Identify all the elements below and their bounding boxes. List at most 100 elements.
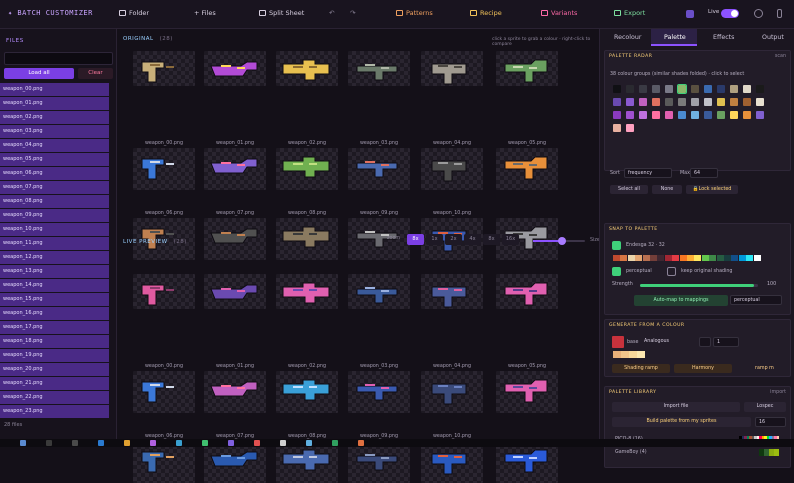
taskbar-app-icon[interactable] (332, 440, 338, 446)
taskbar-app-icon[interactable] (254, 440, 260, 446)
file-list-item[interactable]: weapon_04.png (0, 138, 109, 153)
sprite-cell[interactable] (496, 371, 558, 413)
radar-swatch[interactable] (704, 111, 712, 119)
sprite-cell[interactable] (496, 148, 558, 190)
file-list-item[interactable]: weapon_18.png (0, 334, 109, 348)
sprite-cell[interactable] (276, 274, 338, 309)
sprite-cell[interactable] (348, 441, 410, 483)
taskbar-app-icon[interactable] (280, 440, 286, 446)
import-file-button[interactable]: Import file (612, 402, 740, 412)
radar-swatch[interactable] (626, 124, 634, 132)
radar-swatch[interactable] (704, 85, 712, 93)
taskbar-app-icon[interactable] (358, 440, 364, 446)
undo-button[interactable]: ↶ (329, 9, 334, 17)
radar-swatch[interactable] (665, 98, 673, 106)
file-list-item[interactable]: weapon_05.png (0, 152, 109, 167)
taskbar-app-icon[interactable] (124, 440, 130, 446)
harmony-select[interactable]: Analogous (641, 337, 707, 347)
radar-swatch[interactable] (691, 111, 699, 119)
sprite-cell[interactable] (204, 371, 266, 413)
sprite-cell[interactable] (496, 441, 558, 483)
scan-button[interactable]: scan (775, 54, 786, 59)
size-slider[interactable] (533, 237, 585, 245)
file-list-item[interactable]: weapon_06.png (0, 166, 109, 181)
taskbar-app-icon[interactable] (306, 440, 312, 446)
radar-swatch[interactable] (613, 85, 621, 93)
sprite-cell[interactable] (496, 51, 558, 86)
sprite-cell[interactable] (276, 218, 338, 260)
file-list-item[interactable]: weapon_12.png (0, 250, 109, 264)
radar-swatch[interactable] (626, 111, 634, 119)
radar-swatch[interactable] (730, 85, 738, 93)
file-list-item[interactable]: weapon_17.png (0, 320, 109, 334)
sprite-cell[interactable] (133, 148, 195, 190)
sprite-cell[interactable] (421, 371, 483, 413)
file-list-item[interactable]: weapon_02.png (0, 110, 109, 125)
radar-swatch[interactable] (730, 98, 738, 106)
live-toggle[interactable] (721, 9, 739, 18)
sprite-cell[interactable] (276, 441, 338, 483)
redo-button[interactable]: ↷ (350, 9, 355, 17)
taskbar-app-icon[interactable] (176, 440, 182, 446)
sprite-cell[interactable] (204, 441, 266, 483)
radar-swatch[interactable] (652, 98, 660, 106)
radar-swatch[interactable] (639, 85, 647, 93)
radar-swatch[interactable] (613, 98, 621, 106)
zoom-option[interactable]: 1x (426, 234, 443, 245)
perceptual-checkbox[interactable] (612, 267, 621, 276)
method-select[interactable]: perceptual (730, 295, 782, 305)
split-sheet-button[interactable]: Split Sheet (259, 9, 304, 17)
zoom-option[interactable]: 8x (483, 234, 500, 245)
file-list-item[interactable]: weapon_03.png (0, 124, 109, 139)
radar-swatch[interactable] (756, 85, 764, 93)
radar-swatch[interactable] (717, 98, 725, 106)
radar-swatch[interactable] (717, 85, 725, 93)
settings-square-icon[interactable] (686, 10, 694, 18)
shading-ramp-button[interactable]: Shading ramp (612, 364, 670, 373)
radar-swatch[interactable] (743, 85, 751, 93)
radar-swatch[interactable] (691, 85, 699, 93)
sprite-cell[interactable] (204, 274, 266, 309)
radar-swatch[interactable] (730, 111, 738, 119)
file-list-item[interactable]: weapon_11.png (0, 236, 109, 251)
clear-button[interactable]: Clear (78, 68, 113, 79)
taskbar-app-icon[interactable] (20, 440, 26, 446)
strength-slider[interactable] (640, 284, 758, 287)
add-files-button[interactable]: + Files (194, 9, 216, 17)
sprite-cell[interactable] (348, 218, 410, 260)
select-all-button[interactable]: Select all (610, 185, 648, 194)
variants-button[interactable]: Variants (541, 9, 577, 17)
sprite-cell[interactable] (496, 274, 558, 309)
file-list-item[interactable]: weapon_09.png (0, 208, 109, 223)
sprite-cell[interactable] (348, 371, 410, 413)
radar-swatch[interactable] (639, 111, 647, 119)
file-list-item[interactable]: weapon_22.png (0, 390, 109, 404)
sprite-cell[interactable] (204, 148, 266, 190)
sprite-cell[interactable] (348, 274, 410, 309)
file-list-item[interactable]: weapon_21.png (0, 376, 109, 390)
library-item-gameboy[interactable]: GameBoy (4) (615, 450, 647, 455)
radar-swatch[interactable] (704, 98, 712, 106)
info-icon[interactable] (777, 9, 782, 18)
file-list-item[interactable]: weapon_10.png (0, 222, 109, 237)
sprite-cell[interactable] (421, 274, 483, 309)
radar-swatch[interactable] (652, 85, 660, 93)
file-list-item[interactable]: weapon_00.png (0, 83, 109, 97)
radar-swatch[interactable] (743, 111, 751, 119)
sprite-cell[interactable] (348, 51, 410, 86)
file-list-item[interactable]: weapon_08.png (0, 194, 109, 209)
tab-recolour[interactable]: Recolour (614, 34, 641, 41)
file-list-item[interactable]: weapon_15.png (0, 292, 109, 306)
harmony-button[interactable]: Harmony (674, 364, 732, 373)
radar-swatch[interactable] (665, 111, 673, 119)
taskbar-app-icon[interactable] (202, 440, 208, 446)
lospec-button[interactable]: Lospec (744, 402, 786, 412)
tab-output[interactable]: Output (762, 34, 784, 41)
file-list-item[interactable]: weapon_19.png (0, 348, 109, 362)
sprite-cell[interactable] (133, 274, 195, 309)
load-all-button[interactable]: Load all (4, 68, 74, 79)
radar-swatch[interactable] (756, 111, 764, 119)
taskbar-app-icon[interactable] (72, 440, 78, 446)
sprite-cell[interactable] (133, 441, 195, 483)
sprite-cell[interactable] (421, 148, 483, 190)
